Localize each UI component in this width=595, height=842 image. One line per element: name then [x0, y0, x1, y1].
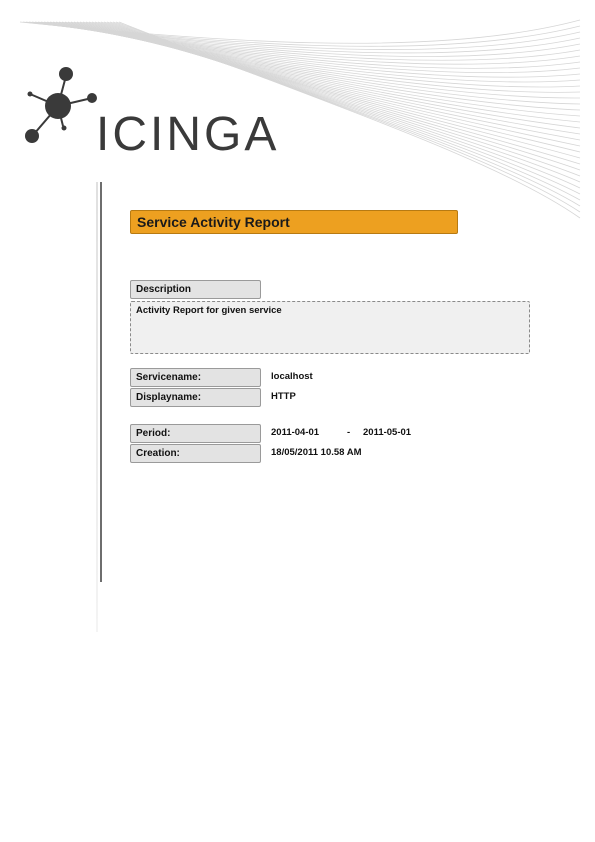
margin-rule [100, 182, 102, 582]
report-title: Service Activity Report [130, 210, 458, 234]
period-label: Period: [130, 424, 261, 443]
description-text: Activity Report for given service [130, 301, 530, 354]
displayname-label: Displayname: [130, 388, 261, 407]
period-from: 2011-04-01 [271, 427, 320, 438]
creation-label: Creation: [130, 444, 261, 463]
logo-wordmark: ICINGA [96, 108, 278, 161]
servicename-value: localhost [271, 371, 313, 382]
period-separator: - [347, 427, 351, 438]
period-to: 2011-05-01 [363, 427, 412, 438]
displayname-value: HTTP [271, 391, 296, 402]
creation-value: 18/05/2011 10.58 AM [271, 447, 362, 458]
icinga-logo: ICINGA [25, 67, 278, 161]
margin-rule-light [96, 182, 98, 632]
description-label: Description [130, 280, 261, 299]
servicename-label: Servicename: [130, 368, 261, 387]
